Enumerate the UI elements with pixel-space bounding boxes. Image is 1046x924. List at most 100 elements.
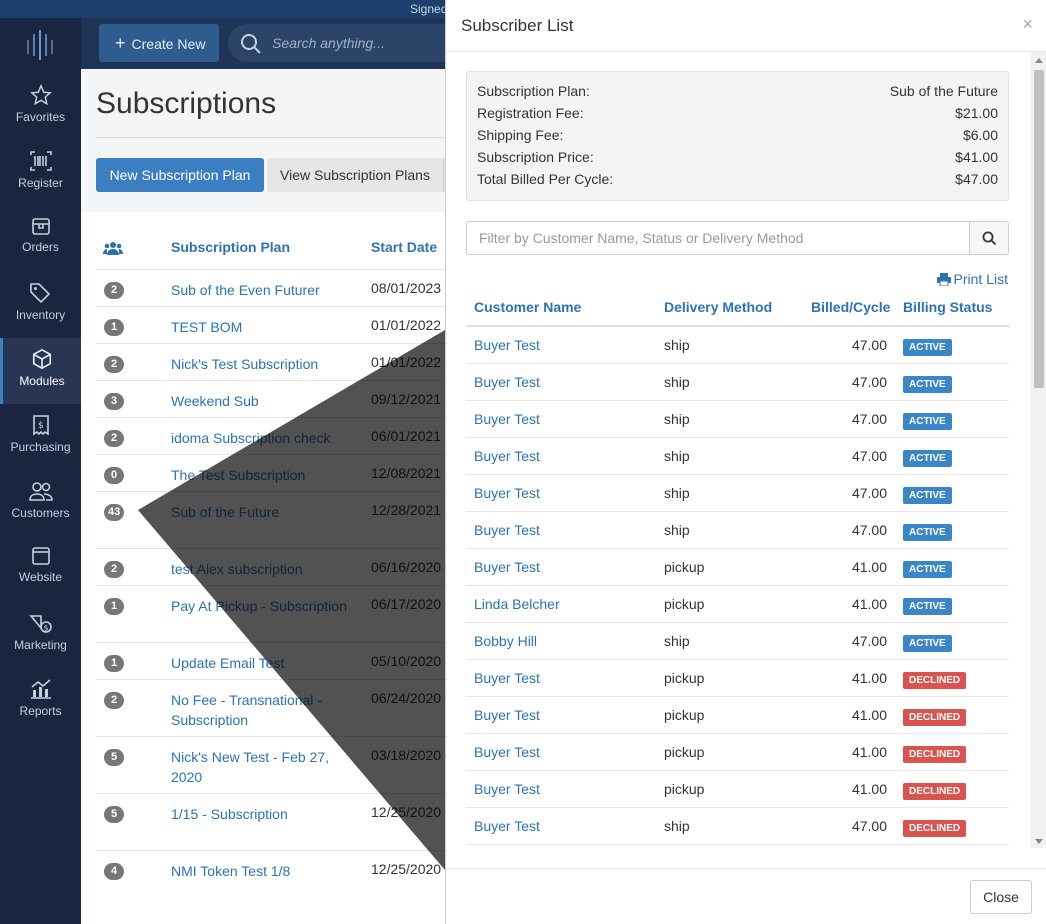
sidebar-item-reports[interactable]: Reports bbox=[0, 668, 81, 734]
billed-per-cycle: 41.00 bbox=[851, 744, 887, 760]
scroll-thumb[interactable] bbox=[1034, 70, 1044, 388]
table-row[interactable]: 2 Nick's Test Subscription 01/01/2022 bbox=[96, 343, 456, 373]
sidebar-item-customers[interactable]: Customers bbox=[0, 470, 81, 536]
subscriber-count-badge[interactable]: 2 bbox=[104, 282, 124, 299]
subscriber-count-badge[interactable]: 2 bbox=[104, 561, 124, 578]
table-row[interactable]: 4 NMI Token Test 1/8 12/25/2020 bbox=[96, 850, 456, 880]
subscription-plan-link[interactable]: TEST BOM bbox=[171, 317, 351, 337]
subscriber-count-badge[interactable]: 2 bbox=[104, 356, 124, 373]
summary-label: Subscription Plan: bbox=[477, 83, 590, 99]
search-placeholder: Search anything... bbox=[272, 35, 385, 51]
column-header-billed-cycle[interactable]: Billed/Cycle bbox=[811, 299, 890, 315]
delivery-method: ship bbox=[664, 374, 690, 390]
subscriber-count-badge[interactable]: 4 bbox=[104, 863, 124, 880]
subscription-plan-link[interactable]: test Alex subscription bbox=[171, 559, 351, 579]
modal-scrollbar[interactable] bbox=[1031, 52, 1046, 848]
sidebar-item-register[interactable]: Register bbox=[0, 140, 81, 206]
subscriber-count-badge[interactable]: 0 bbox=[104, 467, 124, 484]
customer-name-link[interactable]: Buyer Test bbox=[474, 448, 540, 464]
customer-name-link[interactable]: Buyer Test bbox=[474, 411, 540, 427]
sidebar-item-favorites[interactable]: Favorites bbox=[0, 74, 81, 140]
sidebar-item-inventory[interactable]: Inventory bbox=[0, 272, 81, 338]
close-button[interactable]: Close bbox=[970, 880, 1032, 914]
summary-label: Subscription Price: bbox=[477, 149, 594, 165]
table-row[interactable]: 43 Sub of the Future 12/28/2021 bbox=[96, 491, 456, 521]
sidebar-item-website[interactable]: Website bbox=[0, 536, 81, 602]
table-row[interactable]: 1 Update Email Test 05/10/2020 bbox=[96, 642, 456, 672]
column-header-customer-name[interactable]: Customer Name bbox=[474, 299, 581, 315]
column-header-delivery-method[interactable]: Delivery Method bbox=[664, 299, 772, 315]
subscriber-filter-input[interactable]: Filter by Customer Name, Status or Deliv… bbox=[466, 221, 970, 255]
customer-name-link[interactable]: Bobby Hill bbox=[474, 633, 537, 649]
subscriber-count-badge[interactable]: 1 bbox=[104, 319, 124, 336]
table-row[interactable]: 5 1/15 - Subscription 12/25/2020 bbox=[96, 793, 456, 823]
sidebar-item-orders[interactable]: Orders bbox=[0, 206, 81, 272]
subscription-plan-link[interactable]: Nick's Test Subscription bbox=[171, 354, 351, 374]
subscription-plan-link[interactable]: NMI Token Test 1/8 bbox=[171, 861, 351, 881]
subscription-plan-link[interactable]: idoma Subscription check bbox=[171, 428, 351, 448]
customer-name-link[interactable]: Buyer Test bbox=[474, 559, 540, 575]
scroll-up-icon[interactable] bbox=[1035, 58, 1043, 63]
global-search-input[interactable]: Search anything... bbox=[228, 24, 468, 62]
summary-row: Total Billed Per Cycle: $47.00 bbox=[477, 171, 998, 193]
search-icon bbox=[241, 34, 261, 54]
filter-search-button[interactable] bbox=[969, 221, 1009, 255]
sidebar-item-marketing[interactable]: $ Marketing bbox=[0, 602, 81, 668]
table-row[interactable]: 2 No Fee - Transnational - Subscription 06… bbox=[96, 679, 456, 728]
subscriber-row: Buyer Test ship 47.00 ACTIVE bbox=[466, 512, 1009, 549]
column-header-start-date[interactable]: Start Date bbox=[371, 239, 437, 255]
billing-status-badge: ACTIVE bbox=[903, 598, 952, 615]
create-new-button[interactable]: + Create New bbox=[99, 24, 219, 62]
billed-per-cycle: 41.00 bbox=[851, 707, 887, 723]
subscription-plan-link[interactable]: The Test Subscription bbox=[171, 465, 351, 485]
subscription-plan-link[interactable]: Sub of the Even Futurer bbox=[171, 280, 351, 300]
table-row[interactable]: 1 Pay At Pickup - Subscription 06/17/2020 bbox=[96, 585, 456, 615]
subscriber-count-badge[interactable]: 43 bbox=[104, 504, 125, 521]
subscription-plan-link[interactable]: 1/15 - Subscription bbox=[171, 804, 351, 824]
subscription-plan-link[interactable]: No Fee - Transnational - Subscription bbox=[171, 690, 351, 730]
sidebar-item-label: Favorites bbox=[15, 110, 66, 124]
customer-name-link[interactable]: Buyer Test bbox=[474, 818, 540, 834]
subscription-plan-link[interactable]: Update Email Test bbox=[171, 653, 351, 673]
customer-name-link[interactable]: Buyer Test bbox=[474, 707, 540, 723]
billing-status-badge: ACTIVE bbox=[903, 450, 952, 467]
subscriber-count-badge[interactable]: 2 bbox=[104, 692, 124, 709]
subscriber-count-badge[interactable]: 5 bbox=[104, 749, 124, 766]
customer-name-link[interactable]: Linda Belcher bbox=[474, 596, 560, 612]
sidebar-item-modules[interactable]: Modules bbox=[0, 338, 81, 404]
table-row[interactable]: 2 idoma Subscription check 06/01/2021 bbox=[96, 417, 456, 447]
subscription-plan-link[interactable]: Nick's New Test - Feb 27, 2020 bbox=[171, 747, 351, 787]
customer-name-link[interactable]: Buyer Test bbox=[474, 670, 540, 686]
column-header-subscription-plan[interactable]: Subscription Plan bbox=[171, 239, 290, 255]
scroll-down-icon[interactable] bbox=[1035, 839, 1043, 844]
customer-name-link[interactable]: Buyer Test bbox=[474, 374, 540, 390]
sidebar-item-purchasing[interactable]: $ Purchasing bbox=[0, 404, 81, 470]
column-header-billing-status[interactable]: Billing Status bbox=[903, 299, 992, 315]
subscription-plan-link[interactable]: Sub of the Future bbox=[171, 502, 351, 522]
billed-per-cycle: 47.00 bbox=[851, 411, 887, 427]
subscriber-count-badge[interactable]: 1 bbox=[104, 598, 124, 615]
table-row[interactable]: 0 The Test Subscription 12/08/2021 bbox=[96, 454, 456, 484]
table-row[interactable]: 2 test Alex subscription 06/16/2020 bbox=[96, 548, 456, 578]
customer-name-link[interactable]: Buyer Test bbox=[474, 337, 540, 353]
subscription-plan-link[interactable]: Weekend Sub bbox=[171, 391, 351, 411]
subscription-plan-link[interactable]: Pay At Pickup - Subscription bbox=[171, 596, 351, 616]
table-row[interactable]: 1 TEST BOM 01/01/2022 bbox=[96, 306, 456, 336]
print-list-link[interactable]: Print List bbox=[936, 271, 1008, 287]
view-subscription-plans-button[interactable]: View Subscription Plans bbox=[267, 158, 443, 192]
customer-name-link[interactable]: Buyer Test bbox=[474, 485, 540, 501]
subscriber-count-badge[interactable]: 3 bbox=[104, 393, 124, 410]
start-date: 05/10/2020 bbox=[371, 653, 442, 669]
table-row[interactable]: 2 Sub of the Even Futurer 08/01/2023 bbox=[96, 269, 456, 299]
customer-name-link[interactable]: Buyer Test bbox=[474, 522, 540, 538]
new-subscription-plan-button[interactable]: New Subscription Plan bbox=[96, 158, 264, 192]
modal-header: Subscriber List × bbox=[446, 0, 1046, 52]
table-row[interactable]: 5 Nick's New Test - Feb 27, 2020 03/18/202… bbox=[96, 736, 456, 785]
close-icon[interactable]: × bbox=[1022, 14, 1033, 35]
subscriber-count-badge[interactable]: 2 bbox=[104, 430, 124, 447]
table-row[interactable]: 3 Weekend Sub 09/12/2021 bbox=[96, 380, 456, 410]
subscriber-count-badge[interactable]: 1 bbox=[104, 655, 124, 672]
customer-name-link[interactable]: Buyer Test bbox=[474, 744, 540, 760]
customer-name-link[interactable]: Buyer Test bbox=[474, 781, 540, 797]
subscriber-count-badge[interactable]: 5 bbox=[104, 806, 124, 823]
